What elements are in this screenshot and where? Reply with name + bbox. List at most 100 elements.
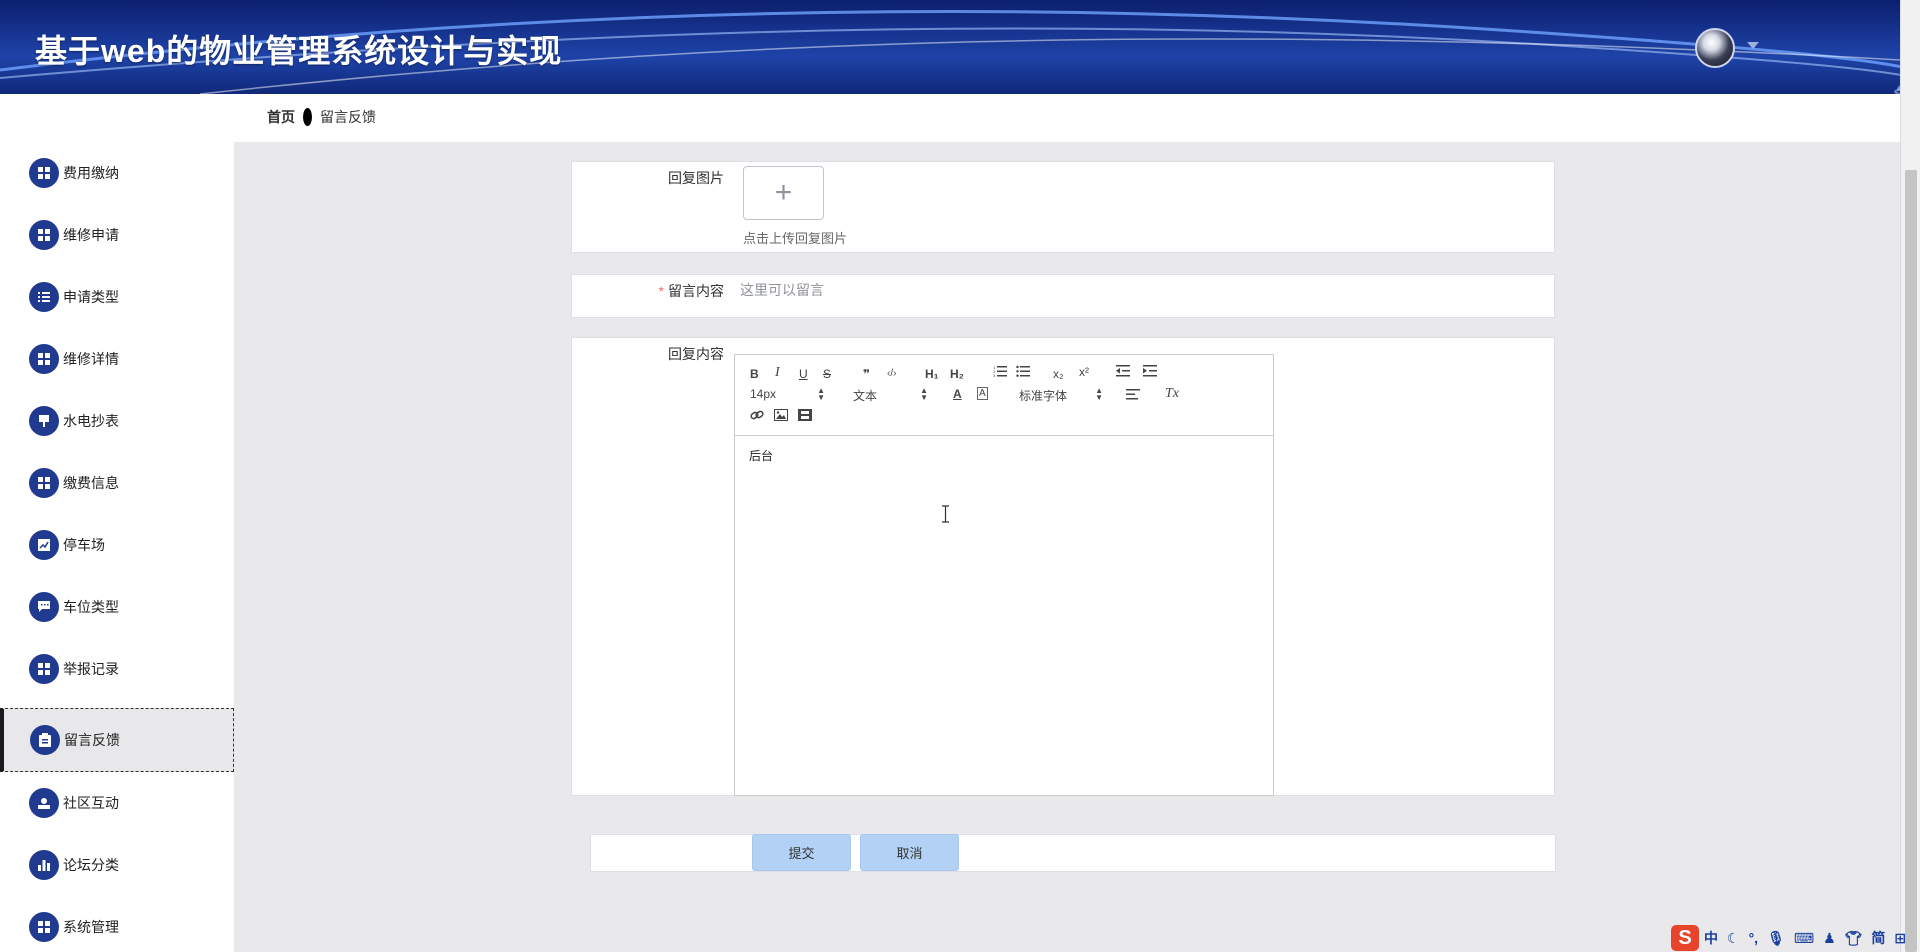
sidebar-item-label: 社区互动 <box>63 795 119 811</box>
underline-button[interactable]: U <box>799 366 808 382</box>
chevron-updown-icon: ▲ ▼ <box>920 386 928 402</box>
breadcrumb-separator-icon <box>303 108 312 126</box>
superscript-button[interactable]: x² <box>1079 364 1089 380</box>
sidebar-item-label: 留言反馈 <box>64 732 120 748</box>
text-style-select[interactable]: 文本 ▲ ▼ <box>853 386 928 404</box>
ime-logo-icon: S <box>1671 925 1699 951</box>
code-block-button[interactable]: ‹/› <box>887 366 896 382</box>
blockquote-button[interactable]: ❞ <box>863 366 870 382</box>
header-1-button[interactable]: H₁ <box>925 366 939 382</box>
grid-icon <box>29 220 59 250</box>
strike-button[interactable]: S <box>823 366 831 382</box>
breadcrumb: 首页 留言反馈 <box>267 107 376 127</box>
reply-content-label: 回复内容 <box>668 346 724 362</box>
sidebar-item-label: 停车场 <box>63 537 105 553</box>
top-header: 基于web的物业管理系统设计与实现 <box>0 0 1900 94</box>
upload-tip: 点击上传回复图片 <box>743 231 848 246</box>
bar-chart-icon <box>29 850 59 880</box>
link-icon[interactable] <box>750 409 764 425</box>
cancel-button[interactable]: 取消 <box>860 834 959 871</box>
sidebar-item-space-type[interactable]: 车位类型 <box>0 576 234 638</box>
bullet-list-icon[interactable] <box>1016 365 1030 381</box>
sidebar-item-label: 申请类型 <box>63 289 119 305</box>
grid-icon <box>29 468 59 498</box>
sidebar-item-report-records[interactable]: 举报记录 <box>0 638 234 700</box>
ime-language[interactable]: 中 <box>1704 928 1718 948</box>
caret-down-icon[interactable] <box>1747 42 1759 49</box>
breadcrumb-current: 留言反馈 <box>320 109 376 125</box>
editor-toolbar: B I U S ❞ ‹/› H₁ H₂ 123 x₂ x² 14px ▲ ▼ 文本 ▲… <box>735 355 1273 436</box>
plus-icon: + <box>774 176 793 209</box>
keyboard-icon[interactable]: ⌨︎ <box>1794 930 1814 947</box>
ime-mode[interactable]: 简 <box>1871 928 1885 948</box>
grid-icon[interactable]: ⊞ <box>1894 930 1906 947</box>
sidebar-item-label: 车位类型 <box>63 599 119 615</box>
sidebar-item-label: 费用缴纳 <box>63 165 119 181</box>
scrollbar-thumb[interactable] <box>1905 170 1917 952</box>
shirt-icon[interactable]: 👕︎ <box>1845 930 1863 947</box>
font-family-select[interactable]: 标准字体 ▲ ▼ <box>1019 386 1103 404</box>
sidebar-item-label: 维修详情 <box>63 351 119 367</box>
message-input[interactable] <box>740 275 1550 305</box>
sidebar-item-label: 水电抄表 <box>63 413 119 429</box>
app-title: 基于web的物业管理系统设计与实现 <box>35 33 563 69</box>
ime-toolbar[interactable]: S 中 ☾ °, 🎙︎ ⌨︎ ♟︎ 👕︎ 简 ⊞ <box>1671 924 1920 952</box>
punctuation-icon[interactable]: °, <box>1749 930 1759 946</box>
chart-icon <box>29 530 59 560</box>
sidebar-item-repair-request[interactable]: 维修申请 <box>0 204 234 266</box>
grid-icon <box>29 912 59 942</box>
align-icon[interactable] <box>1126 388 1140 404</box>
header-2-button[interactable]: H₂ <box>950 366 964 382</box>
chevron-updown-icon: ▲ ▼ <box>1095 386 1103 402</box>
bold-button[interactable]: B <box>750 366 759 382</box>
svg-text:3: 3 <box>993 373 996 377</box>
rich-text-editor[interactable]: B I U S ❞ ‹/› H₁ H₂ 123 x₂ x² 14px ▲ ▼ 文本 ▲… <box>734 354 1274 796</box>
font-color-button[interactable]: A <box>953 386 962 402</box>
sidebar-item-request-type[interactable]: 申请类型 <box>0 266 234 328</box>
indent-icon[interactable] <box>1143 365 1157 381</box>
grid-icon <box>29 344 59 374</box>
sidebar-item-fee-payment[interactable]: 费用缴纳 <box>0 142 234 204</box>
stamp-icon <box>29 406 59 436</box>
sidebar-item-forum-category[interactable]: 论坛分类 <box>0 834 234 896</box>
sidebar-item-message-feedback[interactable]: 留言反馈 <box>0 708 234 772</box>
chat-icon <box>29 592 59 622</box>
sidebar-item-parking-lot[interactable]: 停车场 <box>0 514 234 576</box>
sidebar-item-system-admin[interactable]: 系统管理 <box>0 896 234 952</box>
user-icon[interactable]: ♟︎ <box>1823 930 1836 947</box>
sidebar-item-label: 维修申请 <box>63 227 119 243</box>
sidebar-item-label: 缴费信息 <box>63 475 119 491</box>
sidebar-item-label: 系统管理 <box>63 919 119 935</box>
editor-content[interactable]: 后台 <box>749 447 773 464</box>
video-icon[interactable] <box>798 409 812 425</box>
outdent-icon[interactable] <box>1116 365 1130 381</box>
image-icon[interactable] <box>774 409 788 425</box>
clipboard-icon <box>30 725 60 755</box>
user-avatar[interactable] <box>1695 28 1735 68</box>
message-label: * 留言内容 <box>658 283 724 299</box>
submit-button[interactable]: 提交 <box>752 834 851 871</box>
breadcrumb-home[interactable]: 首页 <box>267 107 295 127</box>
background-color-button[interactable]: A <box>977 387 988 400</box>
sidebar-item-meter-reading[interactable]: 水电抄表 <box>0 390 234 452</box>
sidebar-item-community[interactable]: 社区互动 <box>0 772 234 834</box>
page-scrollbar[interactable] <box>1900 0 1920 952</box>
user-icon <box>29 788 59 818</box>
moon-icon[interactable]: ☾ <box>1727 930 1740 947</box>
sidebar-item-label: 论坛分类 <box>63 857 119 873</box>
subscript-button[interactable]: x₂ <box>1053 366 1064 382</box>
italic-button[interactable]: I <box>775 365 780 381</box>
mic-icon[interactable]: 🎙︎ <box>1767 930 1785 947</box>
required-mark: * <box>658 283 664 299</box>
action-row <box>590 834 1556 872</box>
ordered-list-icon[interactable]: 123 <box>993 365 1007 381</box>
font-size-select[interactable]: 14px ▲ ▼ <box>750 387 825 403</box>
chevron-updown-icon: ▲ ▼ <box>817 386 825 402</box>
upload-image-button[interactable]: + <box>743 166 824 220</box>
text-cursor-icon <box>942 505 949 523</box>
sidebar-item-label: 举报记录 <box>63 661 119 677</box>
clear-format-button[interactable]: Tx <box>1165 386 1179 402</box>
sidebar-item-payment-info[interactable]: 缴费信息 <box>0 452 234 514</box>
grid-icon <box>29 654 59 684</box>
sidebar-item-repair-details[interactable]: 维修详情 <box>0 328 234 390</box>
